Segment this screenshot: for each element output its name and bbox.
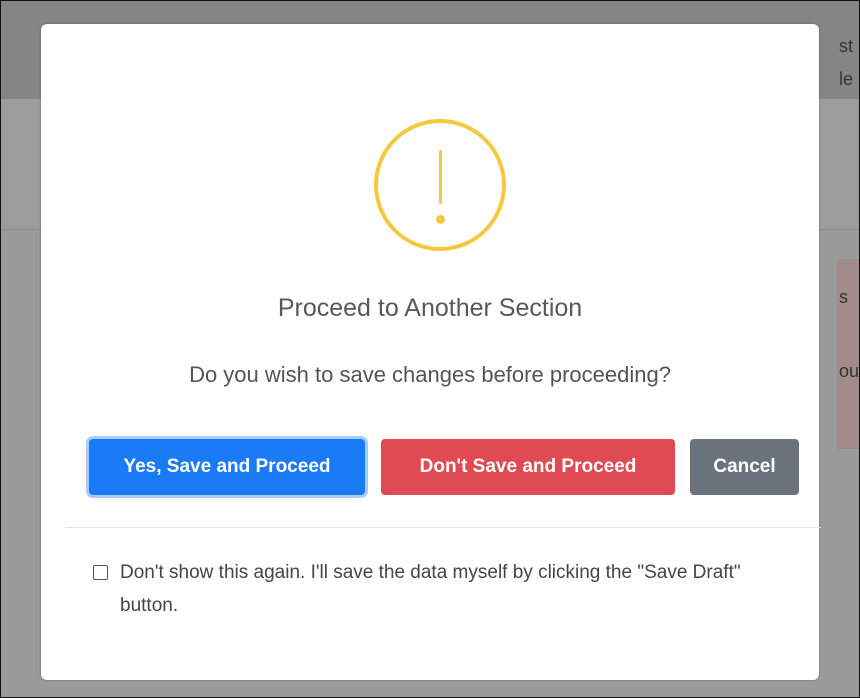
dialog-divider bbox=[65, 527, 821, 528]
dialog-title: Proceed to Another Section bbox=[277, 294, 583, 322]
screen: st le s ou Proceed to Another Section Do… bbox=[0, 0, 860, 698]
dont-show-again-option[interactable]: Don't show this again. I'll save the dat… bbox=[93, 562, 793, 622]
dont-show-again-label: Don't show this again. I'll save the dat… bbox=[120, 562, 741, 616]
background-text-fragment: st bbox=[839, 36, 854, 56]
dont-show-again-checkbox[interactable] bbox=[93, 565, 108, 580]
exclamation-dot bbox=[436, 215, 445, 224]
confirm-dialog: Proceed to Another Section Do you wish t… bbox=[41, 24, 821, 680]
background-text-fragment: ou bbox=[839, 361, 860, 381]
cancel-button[interactable]: Cancel bbox=[690, 439, 799, 495]
dont-save-and-proceed-button[interactable]: Don't Save and Proceed bbox=[381, 439, 675, 495]
save-and-proceed-button[interactable]: Yes, Save and Proceed bbox=[89, 439, 365, 495]
background-text-fragment: le bbox=[839, 69, 854, 89]
warning-exclamation-icon bbox=[374, 119, 506, 251]
background-text-fragment: s bbox=[839, 287, 848, 307]
dialog-message: Do you wish to save changes before proce… bbox=[189, 362, 671, 387]
exclamation-bar bbox=[439, 150, 442, 204]
